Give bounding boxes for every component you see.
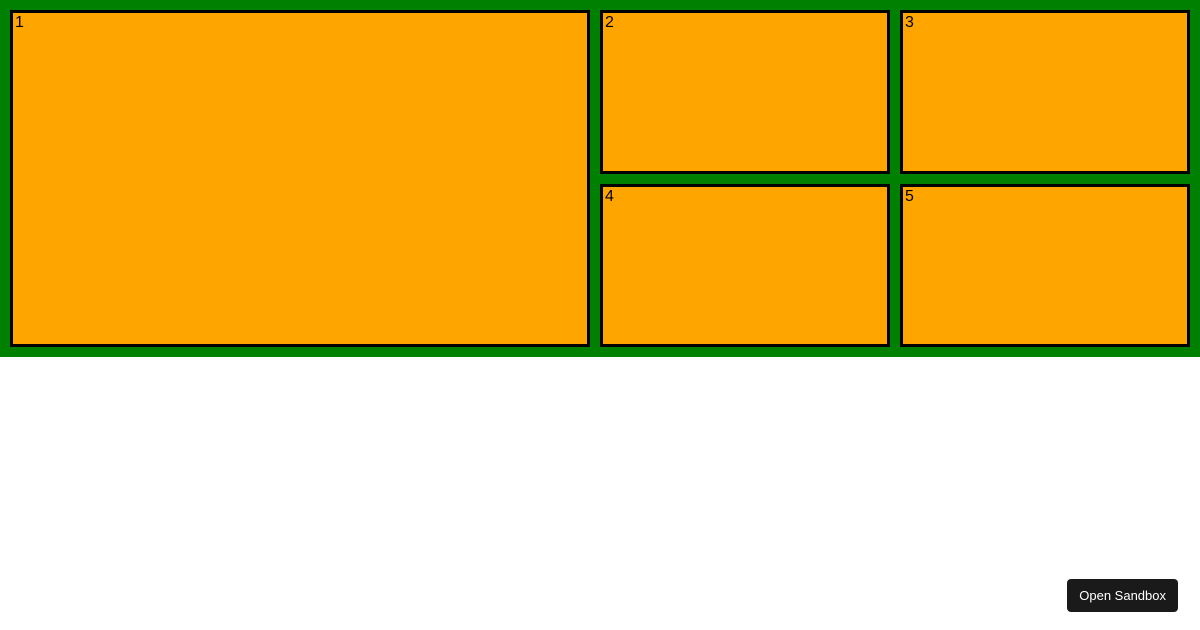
grid-item-5: 5 <box>900 184 1190 348</box>
grid-item-3: 3 <box>900 10 1190 174</box>
grid-container: 1 2 3 4 5 <box>0 0 1200 357</box>
grid-item-2: 2 <box>600 10 890 174</box>
open-sandbox-button[interactable]: Open Sandbox <box>1067 579 1178 612</box>
grid-item-1: 1 <box>10 10 590 347</box>
grid-item-4: 4 <box>600 184 890 348</box>
